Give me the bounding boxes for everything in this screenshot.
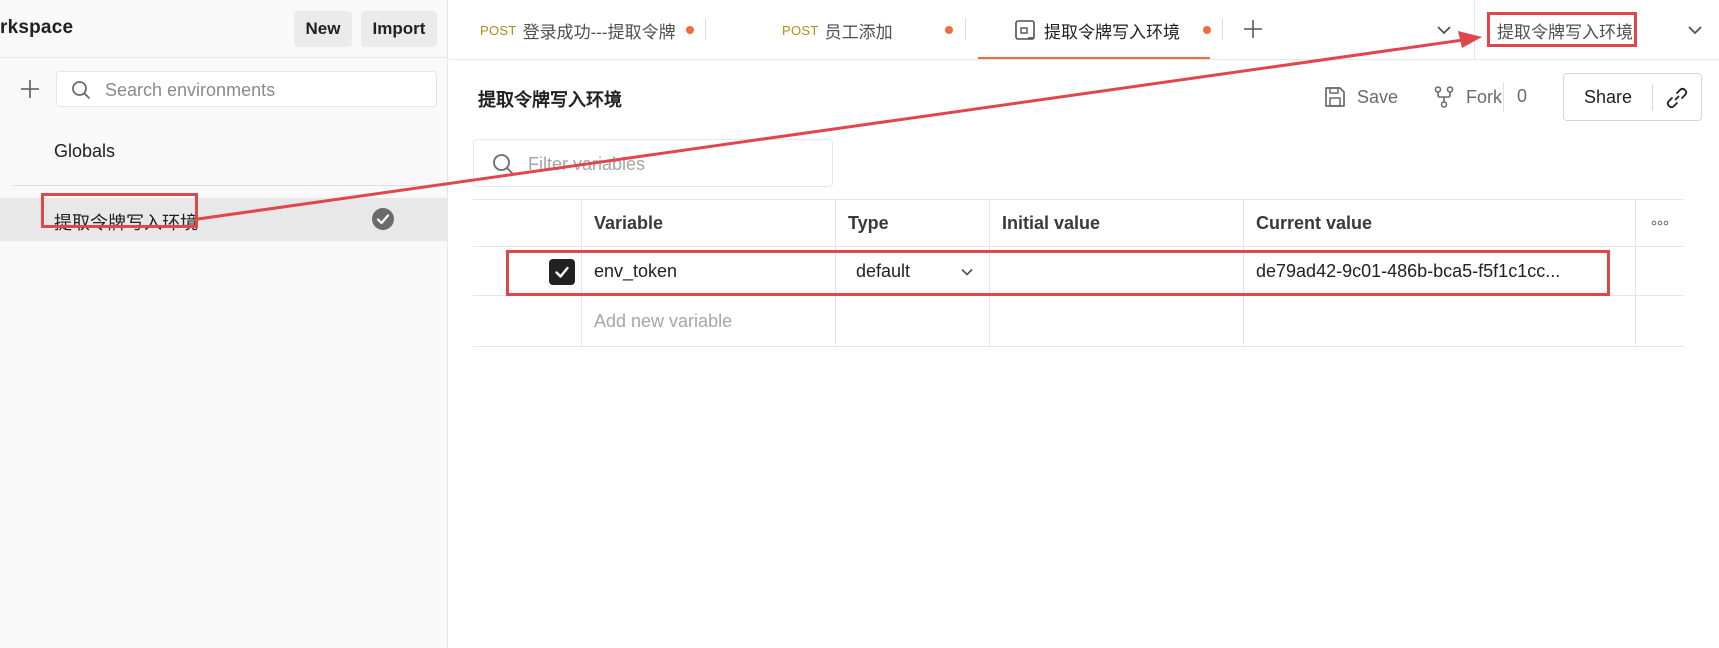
page-title: 提取令牌写入环境 <box>478 90 622 110</box>
annotation-box-variable-row <box>506 250 1610 296</box>
row-actions-cell <box>1635 247 1684 295</box>
workspace-name[interactable]: rkspace <box>0 17 73 39</box>
add-new-variable-input[interactable]: Add new variable <box>581 296 835 346</box>
tab-separator <box>965 18 966 40</box>
ellipsis-icon <box>1651 220 1669 226</box>
sidebar-item-globals[interactable]: Globals <box>54 141 115 162</box>
tab-separator <box>1222 18 1223 40</box>
import-button[interactable]: Import <box>361 11 437 47</box>
header-cell-initial-value: Initial value <box>989 200 1243 246</box>
active-tab-indicator <box>978 57 1210 59</box>
table-row-add-new: Add new variable <box>473 296 1684 347</box>
tab-label: 登录成功---提取令牌 <box>522 22 676 42</box>
search-icon <box>493 154 514 175</box>
save-button[interactable]: Save <box>1323 80 1398 114</box>
tab-label: 提取令牌写入环境 <box>1044 22 1180 42</box>
fork-separator <box>1503 82 1504 112</box>
unsaved-dot <box>1203 26 1211 34</box>
tab-request-employee-add[interactable]: POST 员工添加 <box>782 0 893 60</box>
fork-button[interactable]: Fork <box>1432 80 1502 114</box>
environment-selector-divider <box>1474 0 1475 60</box>
workspace-header: rkspace New Import <box>0 0 448 58</box>
tab-environment-active[interactable]: 提取令牌写入环境 <box>1014 0 1180 60</box>
sidebar-divider <box>12 185 448 186</box>
new-type-cell[interactable] <box>835 296 989 346</box>
fork-count: 0 <box>1517 86 1528 106</box>
new-initial-value-cell[interactable] <box>989 296 1243 346</box>
search-icon <box>72 81 91 100</box>
tab-request-login[interactable]: POST 登录成功---提取令牌 <box>480 0 676 60</box>
search-environments-input[interactable] <box>105 78 425 102</box>
method-badge-post: POST <box>782 22 819 38</box>
method-badge-post: POST <box>480 22 517 38</box>
new-current-value-cell[interactable] <box>1243 296 1635 346</box>
save-icon <box>1325 87 1345 107</box>
share-button[interactable]: Share <box>1564 74 1652 120</box>
filter-variables-input[interactable] <box>528 152 818 176</box>
header-cell-current-value: Current value <box>1243 200 1635 246</box>
tab-label: 员工添加 <box>824 22 893 42</box>
row-actions-cell <box>1635 296 1684 346</box>
annotation-box-sidebar-env <box>41 193 198 228</box>
unsaved-dot <box>945 26 953 34</box>
environment-selector-chevron-down-icon[interactable] <box>1685 20 1705 40</box>
share-group: Share <box>1563 73 1702 121</box>
header-cell-variable: Variable <box>581 200 835 246</box>
table-header-row: Variable Type Initial value Current valu… <box>473 199 1684 247</box>
header-cell-type: Type <box>835 200 989 246</box>
annotation-box-env-selector <box>1487 12 1637 47</box>
unsaved-dot <box>686 26 694 34</box>
environment-icon <box>1015 20 1035 40</box>
filter-variables-box[interactable] <box>473 139 833 187</box>
tab-separator <box>705 18 706 40</box>
row-select-cell <box>473 296 581 346</box>
copy-link-icon[interactable] <box>1664 85 1690 111</box>
fork-label: Fork <box>1466 86 1502 107</box>
add-environment-icon[interactable] <box>18 77 42 101</box>
save-label: Save <box>1357 86 1399 107</box>
header-cell-select <box>473 200 581 246</box>
new-button[interactable]: New <box>294 11 352 47</box>
sidebar: rkspace New Import Globals 提取令牌写入环境 <box>0 0 448 648</box>
new-tab-plus-icon[interactable] <box>1242 18 1264 40</box>
active-environment-check-icon[interactable] <box>371 207 395 231</box>
share-separator <box>1652 84 1653 110</box>
tabs-overflow-chevron-down-icon[interactable] <box>1434 20 1454 40</box>
search-environments-box[interactable] <box>56 71 437 107</box>
table-more-options-icon[interactable] <box>1635 200 1684 246</box>
fork-icon <box>1434 86 1454 108</box>
